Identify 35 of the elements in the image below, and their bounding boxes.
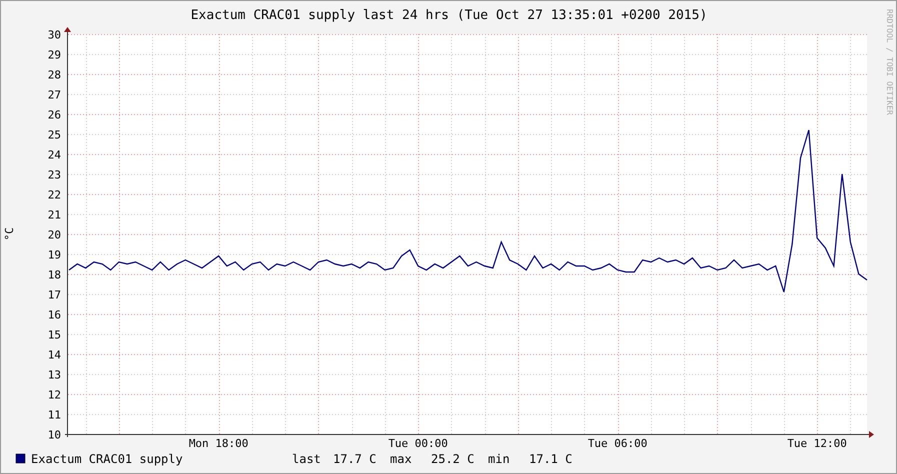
stat-name: min	[488, 452, 510, 466]
x-tick-label: Tue 06:00	[588, 437, 648, 450]
y-tick-label: 13	[48, 368, 61, 382]
x-tick-label: Tue 12:00	[787, 437, 847, 450]
y-tick-label: 10	[48, 428, 61, 442]
y-tick-label: 26	[48, 108, 61, 122]
y-tick-label: 12	[48, 388, 61, 402]
x-tick-label: Tue 00:00	[388, 437, 448, 450]
y-tick-label: 29	[48, 48, 61, 62]
y-tick-label: 19	[48, 248, 61, 262]
y-tick-label: 14	[48, 348, 61, 362]
y-tick-label: 23	[48, 168, 61, 182]
y-tick-label: 30	[48, 28, 61, 42]
y-tick-label: 28	[48, 68, 61, 82]
chart-title: Exactum CRAC01 supply last 24 hrs (Tue Oct 27 13:35:01 +0200 2015)	[190, 8, 708, 23]
y-tick-label: 20	[48, 228, 61, 242]
stat-name: last	[292, 452, 321, 466]
y-tick-label: 22	[48, 188, 61, 202]
x-tick-label: Mon 18:00	[188, 437, 248, 450]
legend-label: Exactum CRAC01 supply	[31, 452, 183, 466]
stat-value: 17.1 C	[529, 452, 572, 466]
y-tick-label: 18	[48, 268, 61, 282]
y-tick-label: 24	[48, 148, 61, 162]
y-axis-label: °C	[3, 227, 16, 241]
y-tick-label: 21	[48, 208, 61, 222]
stat-value: 25.2 C	[431, 452, 474, 466]
y-tick-label: 15	[48, 328, 61, 342]
stat-value: 17.7 C	[333, 452, 376, 466]
y-tick-label: 11	[48, 408, 61, 422]
y-tick-label: 17	[48, 288, 61, 302]
y-tick-label: 16	[48, 308, 61, 322]
y-tick-label: 25	[48, 128, 61, 142]
stat-name: max	[390, 452, 412, 466]
credit-label: RRDTOOL / TOBI OETIKER	[885, 9, 894, 115]
y-tick-label: 27	[48, 88, 61, 102]
